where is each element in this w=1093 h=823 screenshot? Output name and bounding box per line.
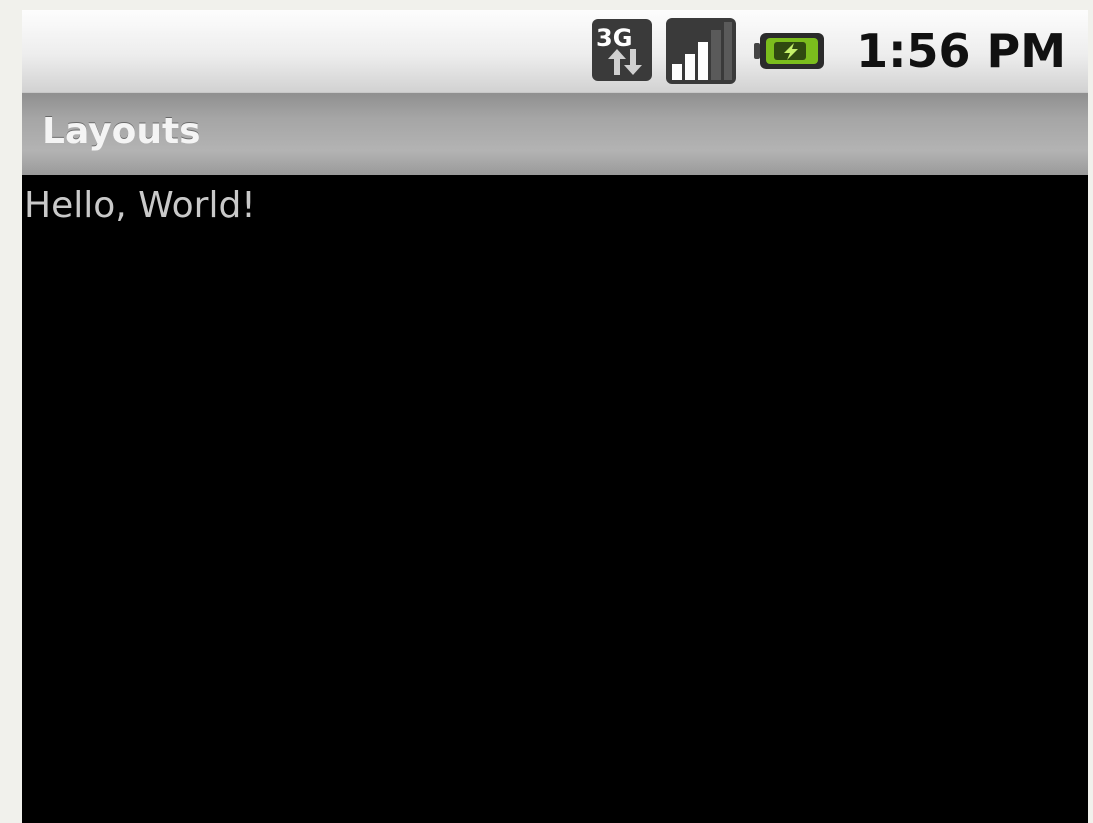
- content-area: Hello, World!: [22, 175, 1088, 823]
- status-bar[interactable]: 3G 1:56 PM: [22, 10, 1088, 92]
- signal-strength-icon: [666, 18, 737, 84]
- hello-textview: Hello, World!: [24, 185, 256, 226]
- battery-charging-icon: [754, 33, 825, 69]
- status-clock: 1:56 PM: [856, 24, 1066, 78]
- network-3g-icon: 3G: [592, 19, 653, 81]
- app-title-bar: Layouts: [22, 92, 1088, 175]
- svg-text:3G: 3G: [596, 24, 632, 52]
- device-screen: 3G 1:56 PM Layouts Hello, World!: [22, 10, 1088, 823]
- app-title: Layouts: [42, 111, 201, 152]
- status-icons: 3G 1:56 PM: [592, 10, 1066, 92]
